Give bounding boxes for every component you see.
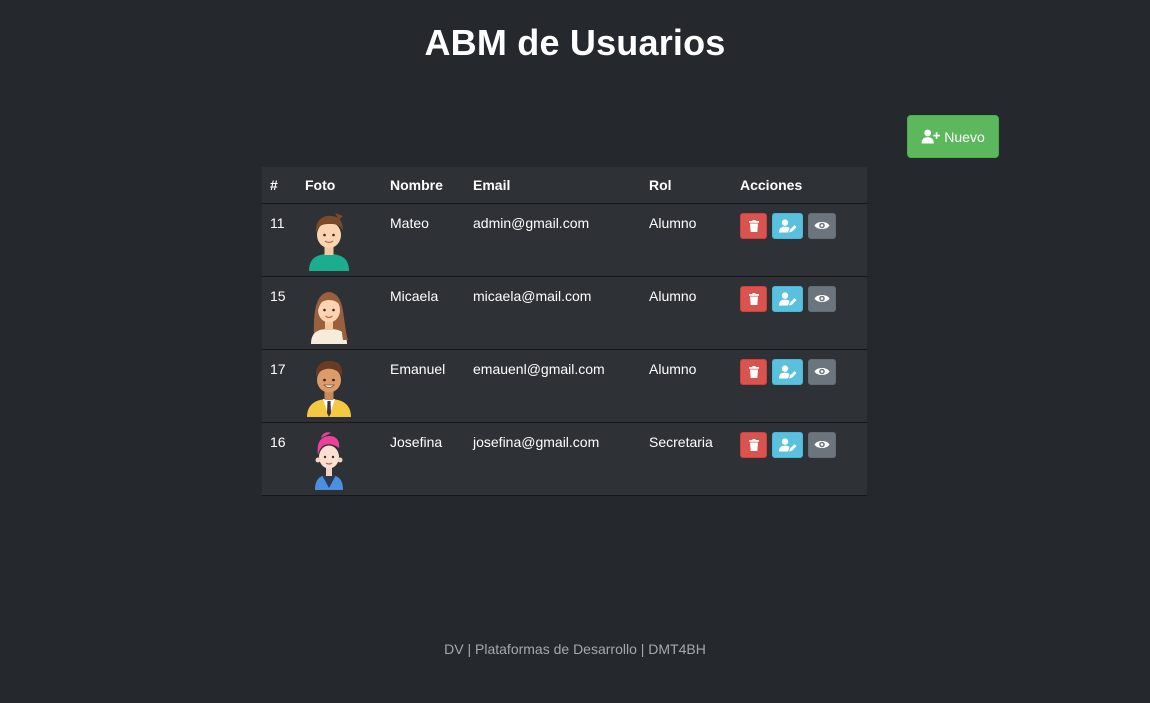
user-edit-icon (778, 437, 796, 451)
table-header-row: # Foto Nombre Email Rol Acciones (262, 167, 867, 204)
cell-nombre: Josefina (382, 422, 465, 496)
cell-nombre: Mateo (382, 203, 465, 277)
new-user-button[interactable]: Nuevo (907, 115, 999, 158)
view-button[interactable] (808, 431, 836, 458)
cell-foto (297, 203, 382, 277)
header-id: # (262, 167, 297, 204)
eye-icon (814, 440, 830, 449)
table-row: 15 Micaela micaela@mail.com Alumno (262, 276, 867, 350)
edit-button[interactable] (772, 212, 803, 239)
cell-acciones (732, 203, 867, 277)
user-edit-icon (778, 218, 796, 232)
cell-email: emauenl@gmail.com (465, 349, 641, 423)
trash-icon (748, 219, 759, 232)
trash-icon (748, 292, 759, 305)
header-nombre: Nombre (382, 167, 465, 204)
female-avatar-icon (315, 431, 343, 490)
header-rol: Rol (641, 167, 732, 204)
user-plus-icon (921, 129, 941, 144)
cell-acciones (732, 422, 867, 496)
header-acciones: Acciones (732, 167, 867, 204)
table-row: 16 Josefina josefina@gmail.com Secretari… (262, 422, 867, 496)
trash-icon (748, 365, 759, 378)
cell-id: 15 (262, 276, 297, 350)
female-avatar-icon (311, 291, 348, 344)
edit-button[interactable] (772, 358, 803, 385)
view-button[interactable] (808, 285, 836, 312)
new-user-button-label: Nuevo (944, 128, 985, 145)
cell-acciones (732, 276, 867, 350)
cell-foto (297, 422, 382, 496)
male-avatar-icon (309, 212, 349, 271)
cell-email: micaela@mail.com (465, 276, 641, 350)
user-edit-icon (778, 291, 796, 305)
cell-nombre: Micaela (382, 276, 465, 350)
header-foto: Foto (297, 167, 382, 204)
header-email: Email (465, 167, 641, 204)
cell-nombre: Emanuel (382, 349, 465, 423)
eye-icon (814, 367, 830, 376)
table-row: 11 Mateo admin@gmail.com Alumno (262, 203, 867, 277)
delete-button[interactable] (740, 212, 767, 239)
eye-icon (814, 294, 830, 303)
edit-button[interactable] (772, 431, 803, 458)
cell-rol: Alumno (641, 203, 732, 277)
view-button[interactable] (808, 212, 836, 239)
cell-email: admin@gmail.com (465, 203, 641, 277)
trash-icon (748, 438, 759, 451)
footer: DV | Plataformas de Desarrollo | DMT4BH (444, 641, 706, 657)
cell-rol: Alumno (641, 349, 732, 423)
cell-id: 16 (262, 422, 297, 496)
cell-foto (297, 349, 382, 423)
table-row: 17 Emanuel emauenl@gmail.com Alumno (262, 349, 867, 423)
users-table: # Foto Nombre Email Rol Acciones 11 Mate… (262, 167, 867, 496)
delete-button[interactable] (740, 358, 767, 385)
view-button[interactable] (808, 358, 836, 385)
eye-icon (814, 221, 830, 230)
cell-foto (297, 276, 382, 350)
cell-acciones (732, 349, 867, 423)
male-avatar-icon (307, 360, 351, 417)
cell-id: 11 (262, 203, 297, 277)
cell-rol: Alumno (641, 276, 732, 350)
cell-rol: Secretaria (641, 422, 732, 496)
page-title: ABM de Usuarios (424, 22, 726, 63)
edit-button[interactable] (772, 285, 803, 312)
delete-button[interactable] (740, 431, 767, 458)
cell-email: josefina@gmail.com (465, 422, 641, 496)
page: ABM de Usuarios Nuevo # Foto Nombre Emai… (0, 0, 1150, 703)
cell-id: 17 (262, 349, 297, 423)
user-edit-icon (778, 364, 796, 378)
delete-button[interactable] (740, 285, 767, 312)
